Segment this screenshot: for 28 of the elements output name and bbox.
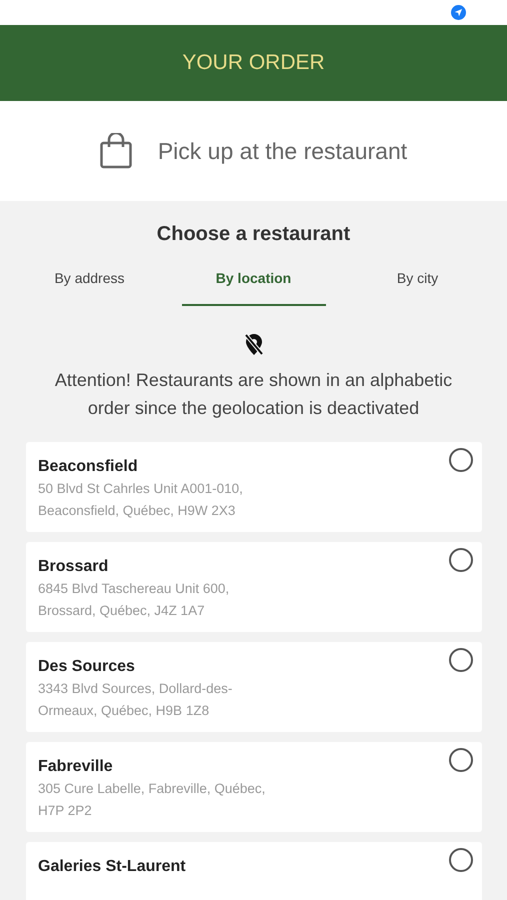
shopping-bag-icon [100, 133, 132, 169]
restaurant-address: 50 Blvd St Cahrles Unit A001-010, Beaconsfield, Québec, H9W 2X3 [38, 480, 244, 520]
section-title: Choose a restaurant [156, 223, 350, 246]
geolocation-notice: Attention! Restaurants are shown in an alphabetic order since the geolocation is deactivated [54, 369, 454, 420]
restaurant-name: Galeries St-Laurent [38, 857, 187, 877]
restaurant-address: 6845 Blvd Taschereau Unit 600, Brossard, Québec, J4Z 1A7 [38, 580, 230, 620]
filter-tab[interactable]: By address [18, 270, 162, 306]
restaurant-card[interactable]: Des Sources 3343 Blvd Sources, Dollard-des-Ormeaux, Québec, H9B 1Z8 [26, 642, 482, 732]
filter-tab[interactable]: By city [346, 270, 490, 306]
restaurant-address: 305 Cure Labelle, Fabreville, Québec, H7P 2P2 [38, 780, 266, 820]
radio-button[interactable] [449, 648, 473, 672]
radio-button[interactable] [449, 448, 473, 472]
radio-button[interactable] [449, 548, 473, 572]
restaurant-name: Fabreville [38, 757, 114, 777]
filter-tab[interactable]: By location [182, 270, 326, 306]
location-off-icon [242, 332, 264, 356]
radio-button[interactable] [449, 748, 473, 772]
restaurant-card[interactable]: Fabreville 305 Cure Labelle, Fabreville, Québec, H7P 2P2 [26, 742, 482, 832]
restaurant-card[interactable]: Beaconsfield 50 Blvd St Cahrles Unit A001-010, Beaconsfield, Québec, H9W 2X3 [26, 442, 482, 532]
restaurant-name: Brossard [38, 557, 110, 577]
restaurant-name: Des Sources [38, 657, 136, 677]
header-title: YOUR ORDER [182, 51, 325, 75]
restaurant-address: 3343 Blvd Sources, Dollard-des-Ormeaux, Québec, H9B 1Z8 [38, 680, 234, 720]
restaurant-name: Beaconsfield [38, 457, 139, 477]
restaurant-card[interactable]: Brossard 6845 Blvd Taschereau Unit 600, Brossard, Québec, J4Z 1A7 [26, 542, 482, 632]
radio-button[interactable] [449, 848, 473, 872]
pickup-label: Pick up at the restaurant [158, 138, 408, 164]
restaurant-card[interactable]: Galeries St-Laurent [26, 842, 482, 900]
